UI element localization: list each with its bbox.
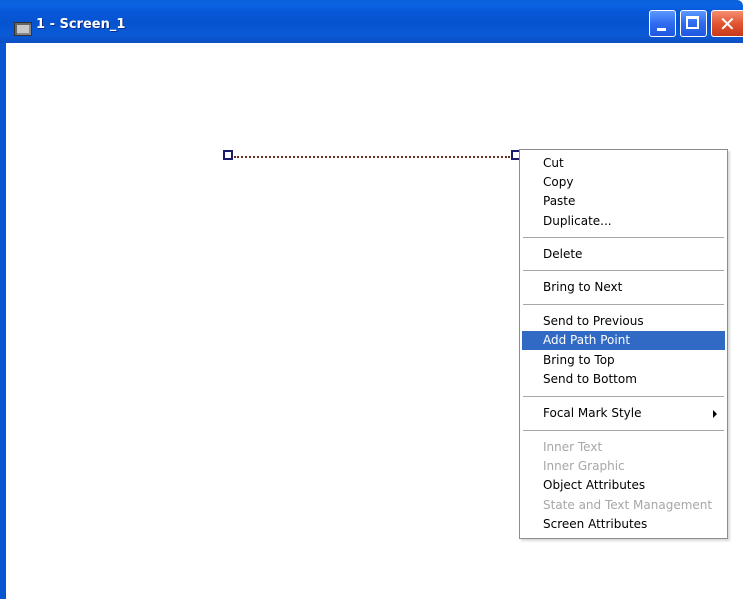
maximize-button[interactable]: [680, 10, 707, 37]
menu-separator: [523, 396, 724, 397]
menu-item-state-and-text-management: State and Text Management: [543, 498, 713, 512]
menu-item-inner-graphic: Inner Graphic: [543, 459, 625, 473]
screen-app-icon[interactable]: [14, 22, 32, 36]
menu-separator: [523, 430, 724, 431]
menu-item-object-attributes[interactable]: Object Attributes: [522, 476, 725, 495]
context-menu: Cut Copy Paste Duplicate... Delete Bring…: [519, 149, 728, 539]
menu-item-label: Focal Mark Style: [543, 406, 642, 420]
minimize-button[interactable]: [649, 10, 676, 37]
menu-item-focal-mark-style[interactable]: Focal Mark Style: [522, 404, 725, 423]
menu-item-inner-text: Inner Text: [543, 440, 603, 454]
menu-item-bring-to-top[interactable]: Bring to Top: [522, 351, 725, 370]
submenu-arrow-icon: [713, 410, 717, 418]
window-title: 1 - Screen_1: [36, 17, 126, 32]
menu-item-delete[interactable]: Delete: [522, 245, 725, 264]
menu-item-send-to-bottom[interactable]: Send to Bottom: [522, 370, 725, 389]
path-point-handle-start[interactable]: [223, 150, 233, 160]
menu-item-copy[interactable]: Copy: [522, 173, 725, 192]
menu-separator: [523, 237, 724, 238]
menu-separator: [523, 270, 724, 271]
menu-item-paste[interactable]: Paste: [522, 192, 725, 211]
path-line[interactable]: [234, 156, 510, 158]
minimize-icon: [657, 28, 666, 31]
menu-item-send-to-previous[interactable]: Send to Previous: [522, 312, 725, 331]
close-icon: ✕: [719, 12, 736, 36]
close-button[interactable]: ✕: [711, 10, 743, 37]
menu-item-duplicate[interactable]: Duplicate...: [522, 212, 725, 231]
menu-item-bring-to-next[interactable]: Bring to Next: [522, 278, 725, 297]
menu-separator: [523, 304, 724, 305]
menu-item-screen-attributes[interactable]: Screen Attributes: [522, 515, 725, 534]
window-titlebar[interactable]: 1 - Screen_1 ✕: [0, 0, 743, 43]
menu-item-add-path-point[interactable]: Add Path Point: [522, 331, 725, 350]
maximize-icon: [686, 16, 699, 29]
menu-item-cut[interactable]: Cut: [522, 154, 725, 173]
